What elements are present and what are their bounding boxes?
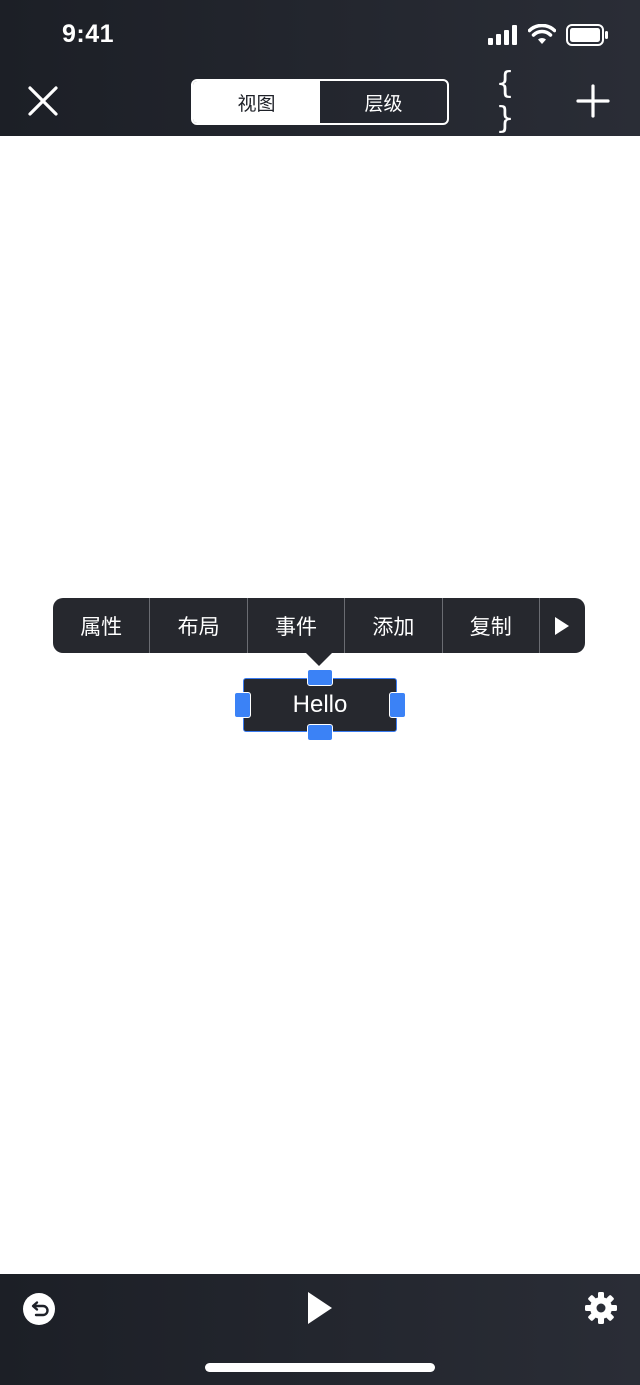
close-icon: [28, 86, 58, 116]
top-bar: 9:41 视图 层级 { }: [0, 0, 640, 136]
context-menu-pointer: [306, 653, 332, 666]
view-mode-segmented-control: 视图 层级: [191, 79, 449, 125]
menu-more-button[interactable]: [540, 598, 585, 653]
context-menu: 属性 布局 事件 添加 复制: [53, 598, 585, 653]
home-indicator: [205, 1363, 435, 1372]
resize-handle-left[interactable]: [234, 692, 251, 718]
status-icons: [488, 22, 608, 48]
menu-item-copy[interactable]: 复制: [443, 598, 540, 653]
resize-handle-bottom[interactable]: [307, 724, 333, 741]
code-braces-button[interactable]: { }: [496, 66, 538, 136]
add-button[interactable]: [576, 84, 610, 118]
menu-item-layout[interactable]: 布局: [150, 598, 248, 653]
resize-handle-top[interactable]: [307, 669, 333, 686]
close-button[interactable]: [26, 84, 60, 118]
settings-button[interactable]: [584, 1291, 618, 1325]
plus-icon: [576, 84, 610, 118]
undo-icon: [23, 1293, 55, 1325]
status-time: 9:41: [62, 20, 115, 48]
play-triangle-icon: [555, 616, 570, 635]
undo-button[interactable]: [22, 1292, 56, 1326]
wifi-icon: [528, 24, 556, 44]
element-text: Hello: [292, 691, 348, 718]
battery-icon: [566, 24, 608, 46]
play-button[interactable]: [305, 1290, 335, 1326]
cellular-signal-icon: [488, 25, 517, 45]
menu-item-add[interactable]: 添加: [345, 598, 443, 653]
play-icon: [308, 1292, 332, 1324]
resize-handle-right[interactable]: [389, 692, 406, 718]
tab-view[interactable]: 视图: [193, 81, 320, 123]
menu-item-properties[interactable]: 属性: [53, 598, 151, 653]
menu-item-events[interactable]: 事件: [248, 598, 346, 653]
gear-icon: [585, 1292, 617, 1324]
code-braces-icon: { }: [496, 66, 517, 136]
tab-hierarchy[interactable]: 层级: [320, 81, 447, 123]
